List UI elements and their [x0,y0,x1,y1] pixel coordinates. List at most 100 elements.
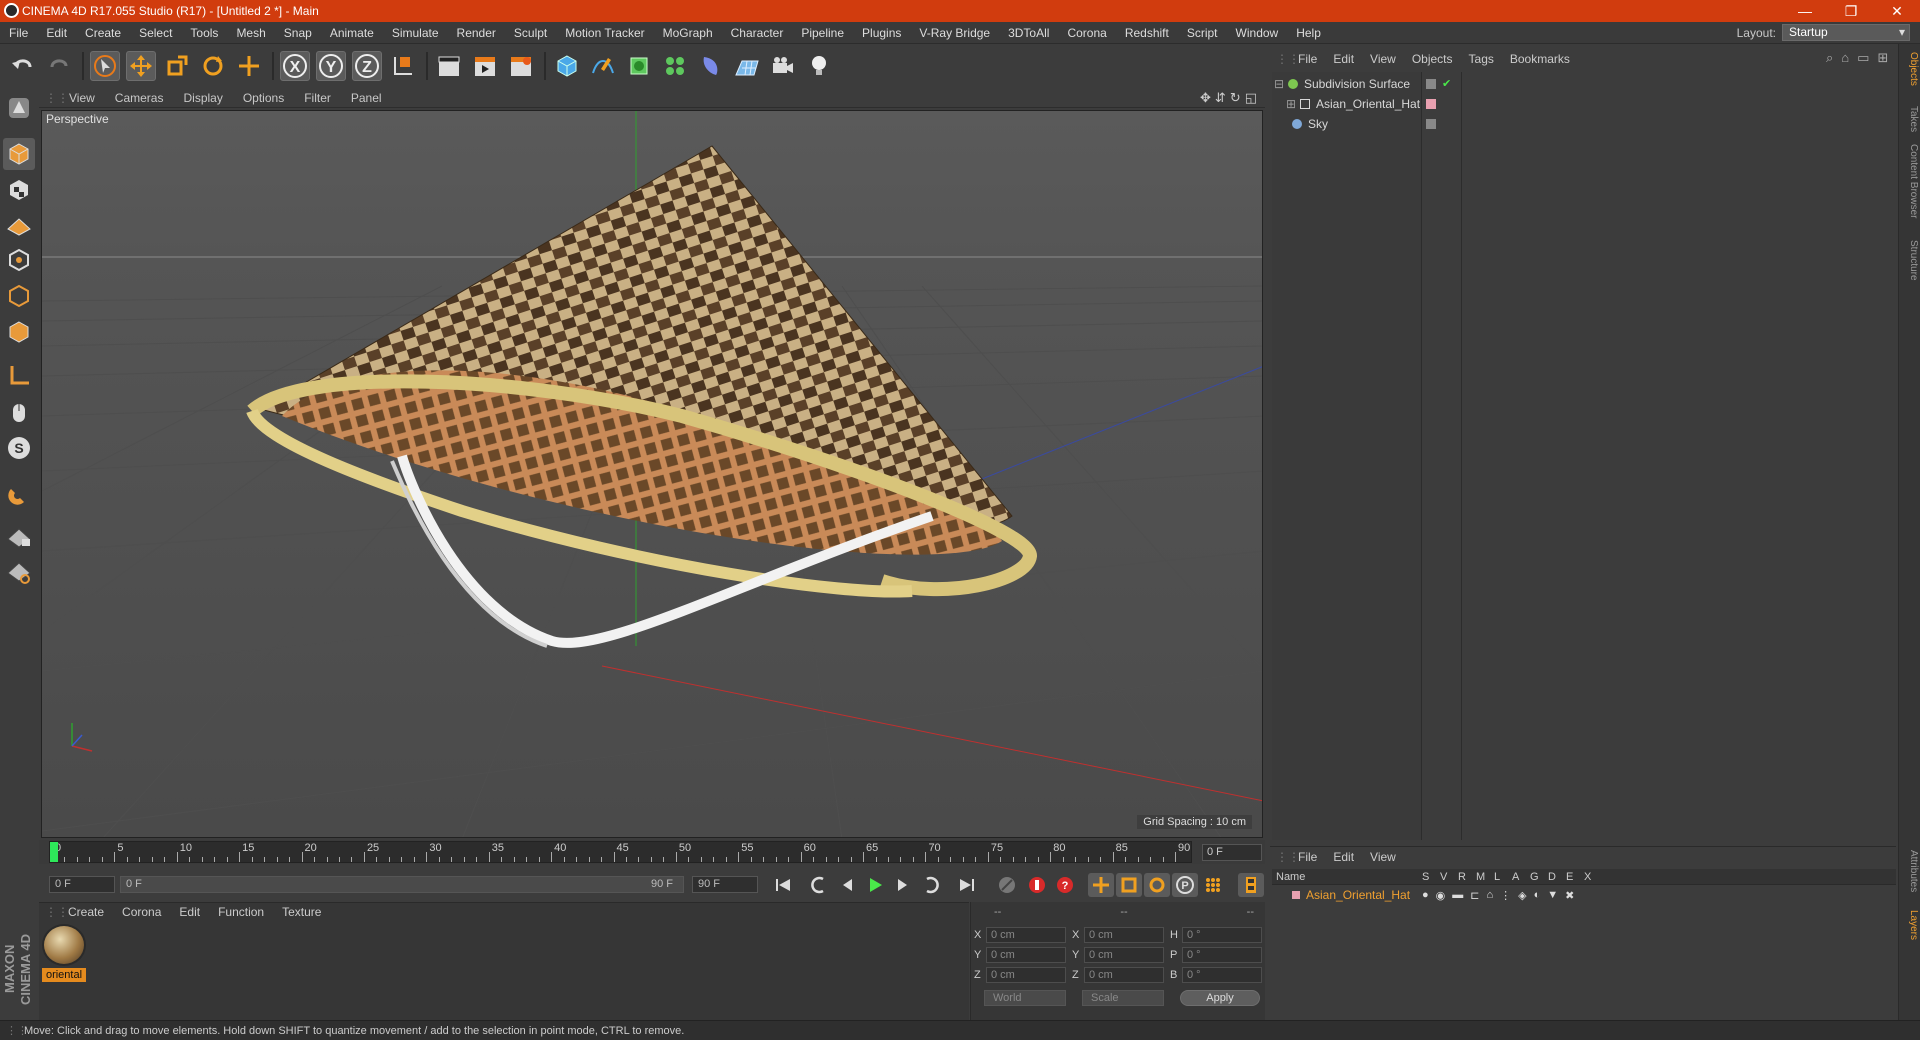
editor-visibility-toggle[interactable] [1426,78,1436,89]
position-z-field[interactable]: 0 cm [986,966,1066,983]
z-axis-lock[interactable]: Z [352,51,382,81]
rotation-b-field[interactable]: 0 ° [1182,966,1262,983]
menu-corona[interactable]: Corona [1058,26,1115,40]
polygons-mode-button[interactable] [3,316,35,348]
layer-deformer-icon[interactable]: ◐ [1534,889,1541,902]
menu-animate[interactable]: Animate [321,26,383,40]
close-button[interactable]: ✕ [1874,0,1920,22]
add-deformer-button[interactable] [696,51,726,81]
menu-motion-tracker[interactable]: Motion Tracker [556,26,653,40]
material-menu-edit[interactable]: Edit [170,905,209,919]
add-light-button[interactable] [804,51,834,81]
perspective-viewport[interactable]: Grid Spacing : 10 cm [41,110,1263,838]
make-editable-button[interactable] [3,92,35,124]
key-position-button[interactable] [1088,873,1114,897]
add-camera-button[interactable] [768,51,798,81]
object-menu-edit[interactable]: Edit [1325,52,1362,66]
home-icon[interactable]: ⌂ [1841,50,1849,66]
add-nurbs-button[interactable] [624,51,654,81]
viewport-menu-filter[interactable]: Filter [294,91,341,105]
workplane-mode-button[interactable] [3,208,35,240]
layer-menu-view[interactable]: View [1362,850,1404,864]
rotation-h-field[interactable]: 0 ° [1182,926,1262,943]
position-x-field[interactable]: 0 cm [986,926,1066,943]
size-y-field[interactable]: 0 cm [1084,946,1164,963]
next-frame-button[interactable] [890,873,916,897]
menu-window[interactable]: Window [1227,26,1288,40]
menu-sculpt[interactable]: Sculpt [505,26,556,40]
minimize-button[interactable]: — [1782,0,1828,22]
world-dropdown[interactable]: World [984,990,1066,1006]
menu-edit[interactable]: Edit [37,26,76,40]
editor-visibility-toggle[interactable] [1426,118,1436,129]
previous-frame-button[interactable] [834,873,860,897]
layer-color-swatch[interactable] [1292,891,1300,899]
menu-create[interactable]: Create [76,26,130,40]
layer-view-eye-icon[interactable]: ◉ [1436,889,1446,902]
tab-objects[interactable]: Objects [1901,52,1919,86]
render-view-button[interactable] [434,51,464,81]
layer-render-icon[interactable]: ▬ [1452,889,1463,902]
restore-button[interactable]: ❐ [1828,0,1874,22]
render-to-picture-viewer-button[interactable] [470,51,500,81]
previous-key-button[interactable] [806,873,832,897]
material-menu-function[interactable]: Function [209,905,273,919]
dolly-view-icon[interactable]: ⇵ [1215,90,1226,106]
menu-select[interactable]: Select [130,26,181,40]
object-row-sky[interactable]: Sky [1272,114,1846,133]
material-menu-create[interactable]: Create [59,905,113,919]
object-menu-objects[interactable]: Objects [1404,52,1461,66]
menu-vray-bridge[interactable]: V-Ray Bridge [910,26,999,40]
tab-content-browser[interactable]: Content Browser [1901,144,1919,218]
y-axis-lock[interactable]: Y [316,51,346,81]
rotate-tool[interactable] [198,51,228,81]
material-menu-texture[interactable]: Texture [273,905,330,919]
menu-plugins[interactable]: Plugins [853,26,910,40]
layer-lock-icon[interactable]: ⌂ [1486,889,1493,902]
menu-character[interactable]: Character [722,26,793,40]
snapping-button[interactable] [3,478,35,510]
size-x-field[interactable]: 0 cm [1084,926,1164,943]
object-menu-file[interactable]: File [1290,52,1325,66]
tab-layers[interactable]: Layers [1901,910,1919,940]
layer-row[interactable]: Asian_Oriental_Hat ● ◉ ▬ ⊏ ⌂ ⋮ ◈ ◐ ▼ ✖ [1272,886,1896,904]
record-button[interactable] [1024,873,1050,897]
menu-3dtoall[interactable]: 3DToAll [999,26,1058,40]
texture-mode-button[interactable] [3,174,35,206]
apply-button[interactable]: Apply [1180,990,1260,1006]
render-settings-button[interactable] [506,51,536,81]
menu-snap[interactable]: Snap [275,26,321,40]
timeline-ruler[interactable]: 0 5 10 15 20 25 30 35 40 45 50 55 60 65 70 75 80 85 90 [49,841,1192,863]
move-tool[interactable] [126,51,156,81]
go-to-end-button[interactable] [954,873,980,897]
key-parameter-button[interactable]: P [1172,873,1198,897]
next-key-button[interactable] [918,873,944,897]
planar-workplane-button[interactable] [3,556,35,588]
end-frame-field[interactable]: 90 F [692,876,758,893]
object-menu-bookmarks[interactable]: Bookmarks [1502,52,1578,66]
x-axis-lock[interactable]: X [280,51,310,81]
start-frame-field[interactable]: 0 F [49,876,115,893]
key-pla-button[interactable] [1200,873,1226,897]
key-scale-button[interactable] [1116,873,1142,897]
add-spline-button[interactable] [588,51,618,81]
material-menu-corona[interactable]: Corona [113,905,170,919]
recent-tool[interactable] [234,51,264,81]
menu-help[interactable]: Help [1287,26,1330,40]
viewport-menu-view[interactable]: View [59,91,105,105]
axis-mode-button[interactable] [3,360,35,392]
object-row-subdivision-surface[interactable]: ⊟ Subdivision Surface ✔ [1272,74,1846,93]
material-tag-icon[interactable] [1426,98,1436,109]
viewport-menu-options[interactable]: Options [233,91,294,105]
layer-menu-edit[interactable]: Edit [1325,850,1362,864]
viewport-menu-cameras[interactable]: Cameras [105,91,174,105]
object-row-asian-oriental-hat[interactable]: ⊞ Asian_Oriental_Hat [1272,94,1846,113]
menu-simulate[interactable]: Simulate [383,26,448,40]
autokey-button[interactable]: ? [1052,873,1078,897]
layer-animation-icon[interactable]: ⋮ [1500,889,1511,902]
playhead-marker[interactable] [50,842,58,862]
workplane-lock-button[interactable] [3,520,35,552]
menu-mograph[interactable]: MoGraph [654,26,722,40]
layer-manager-icon[interactable]: ⊏ [1470,889,1479,902]
rotate-view-icon[interactable]: ↻ [1230,90,1241,106]
